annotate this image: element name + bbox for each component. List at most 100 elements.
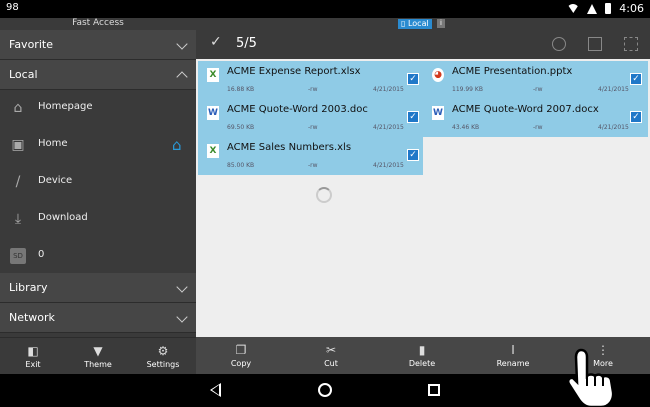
sidebar-item-device[interactable]: / Device: [0, 164, 196, 201]
sidebar-section-local[interactable]: Local: [0, 60, 196, 90]
button-label: Rename: [496, 359, 530, 368]
download-icon: ⤓: [14, 211, 22, 227]
delete-button[interactable]: ▮ Delete: [397, 337, 447, 374]
file-checkbox[interactable]: ✓: [630, 73, 642, 85]
file-size: 43.46 KB: [452, 124, 480, 131]
gear-icon: ⚙: [157, 344, 169, 358]
word-file-icon: W: [432, 106, 444, 120]
file-perm: -rw: [308, 124, 318, 131]
section-label: Library: [9, 281, 48, 294]
trash-icon: ▮: [418, 343, 426, 357]
sidebar-item-homepage[interactable]: ⌂ Homepage: [0, 90, 196, 127]
home-icon[interactable]: [318, 383, 332, 397]
shirt-icon: ▼: [93, 344, 103, 358]
exit-button[interactable]: ◧ Exit: [10, 338, 56, 375]
sidebar-item-home[interactable]: ▣ Home ⌂: [0, 127, 196, 164]
folder-home-icon: ▣: [11, 137, 25, 153]
select-all-icon[interactable]: [624, 37, 638, 51]
file-checkbox[interactable]: ✓: [407, 73, 419, 85]
file-item[interactable]: X ACME Sales Numbers.xls 85.00 KB -rw 4/…: [198, 137, 423, 175]
file-name: ACME Presentation.pptx: [452, 66, 573, 77]
file-size: 85.00 KB: [227, 162, 255, 169]
status-right: 4:06: [567, 2, 644, 15]
file-name: ACME Sales Numbers.xls: [227, 142, 352, 153]
sidebar-section-network[interactable]: Network: [0, 303, 196, 333]
file-date: 4/21/2015: [373, 124, 404, 131]
settings-button[interactable]: ⚙ Settings: [140, 338, 186, 375]
sidebar-section-favorite[interactable]: Favorite: [0, 30, 196, 60]
file-perm: -rw: [308, 86, 318, 93]
chevron-down-icon: [176, 311, 188, 323]
copy-button[interactable]: ❐ Copy: [216, 337, 266, 374]
section-label: Network: [9, 311, 55, 324]
file-grid: X ACME Expense Report.xlsx 16.88 KB -rw …: [196, 59, 650, 337]
slash-icon: /: [15, 174, 21, 190]
sidebar-item-label: Device: [38, 175, 73, 186]
sidebar-item-download[interactable]: ⤓ Download: [0, 201, 196, 238]
file-size: 119.99 KB: [452, 86, 483, 93]
sidebar-item-label: Home: [38, 138, 68, 149]
exit-icon: ◧: [27, 344, 39, 358]
selection-toolbar: ✓ 5/5: [196, 30, 650, 59]
back-icon[interactable]: [210, 383, 221, 397]
button-label: Cut: [324, 359, 338, 368]
status-bar: 98 4:06: [0, 0, 650, 18]
location-chip[interactable]: ▯ Local: [398, 19, 432, 29]
rename-button[interactable]: I Rename: [488, 337, 538, 374]
check-icon[interactable]: ✓: [210, 34, 222, 50]
excel-file-icon: X: [207, 144, 219, 158]
chevron-down-icon: [176, 38, 188, 50]
sidebar-item-label: 0: [38, 249, 45, 260]
sidebar-bottom-bar: ◧ Exit ▼ Theme ⚙ Settings: [0, 337, 196, 374]
button-label: Theme: [84, 360, 112, 369]
sidebar-item-sd[interactable]: SD 0: [0, 238, 196, 275]
theme-button[interactable]: ▼ Theme: [75, 338, 121, 375]
button-label: Delete: [408, 359, 436, 368]
file-perm: -rw: [308, 162, 318, 169]
file-size: 69.50 KB: [227, 124, 255, 131]
file-checkbox[interactable]: ✓: [407, 149, 419, 161]
sidebar-item-label: Download: [38, 212, 88, 223]
status-time: 4:06: [619, 2, 644, 15]
file-date: 4/21/2015: [373, 86, 404, 93]
text-cursor-icon: I: [511, 343, 515, 357]
sidebar-item-label: Homepage: [38, 101, 93, 112]
file-item[interactable]: X ACME Expense Report.xlsx 16.88 KB -rw …: [198, 61, 423, 99]
file-name: ACME Quote-Word 2003.doc: [227, 104, 368, 115]
file-perm: -rw: [533, 124, 543, 131]
home-outline-icon: ⌂: [13, 100, 23, 116]
file-item[interactable]: W ACME Quote-Word 2007.docx 43.46 KB -rw…: [423, 99, 648, 137]
wifi-icon: [567, 4, 580, 13]
info-icon[interactable]: i: [437, 19, 445, 28]
excel-file-icon: X: [207, 68, 219, 82]
section-label: Favorite: [9, 38, 53, 51]
file-name: ACME Expense Report.xlsx: [227, 66, 361, 77]
select-invert-icon[interactable]: [588, 37, 602, 51]
file-date: 4/21/2015: [598, 86, 629, 93]
recents-icon[interactable]: [428, 384, 440, 396]
copy-icon: ❐: [235, 343, 247, 357]
button-label: Settings: [146, 360, 180, 369]
scissors-icon: ✂: [325, 343, 337, 357]
file-name: ACME Quote-Word 2007.docx: [452, 104, 599, 115]
battery-icon: [605, 3, 612, 14]
selection-count: 5/5: [236, 36, 257, 51]
sd-card-icon: SD: [10, 248, 26, 264]
chevron-up-icon: [176, 71, 188, 83]
system-nav-bar: [0, 374, 650, 407]
sidebar-section-library[interactable]: Library: [0, 273, 196, 303]
file-perm: -rw: [533, 86, 543, 93]
file-item[interactable]: ◕ ACME Presentation.pptx 119.99 KB -rw 4…: [423, 61, 648, 99]
file-item[interactable]: W ACME Quote-Word 2003.doc 69.50 KB -rw …: [198, 99, 423, 137]
section-label: Local: [9, 68, 38, 81]
file-date: 4/21/2015: [598, 124, 629, 131]
button-label: Copy: [230, 359, 252, 368]
sidebar: Fast Access Favorite Local ⌂ Homepage ▣ …: [0, 18, 196, 337]
home-shortcut-icon[interactable]: ⌂: [172, 136, 182, 154]
powerpoint-file-icon: ◕: [432, 68, 444, 82]
file-checkbox[interactable]: ✓: [630, 111, 642, 123]
file-checkbox[interactable]: ✓: [407, 111, 419, 123]
globe-icon[interactable]: [552, 37, 566, 51]
cut-button[interactable]: ✂ Cut: [306, 337, 356, 374]
file-date: 4/21/2015: [373, 162, 404, 169]
